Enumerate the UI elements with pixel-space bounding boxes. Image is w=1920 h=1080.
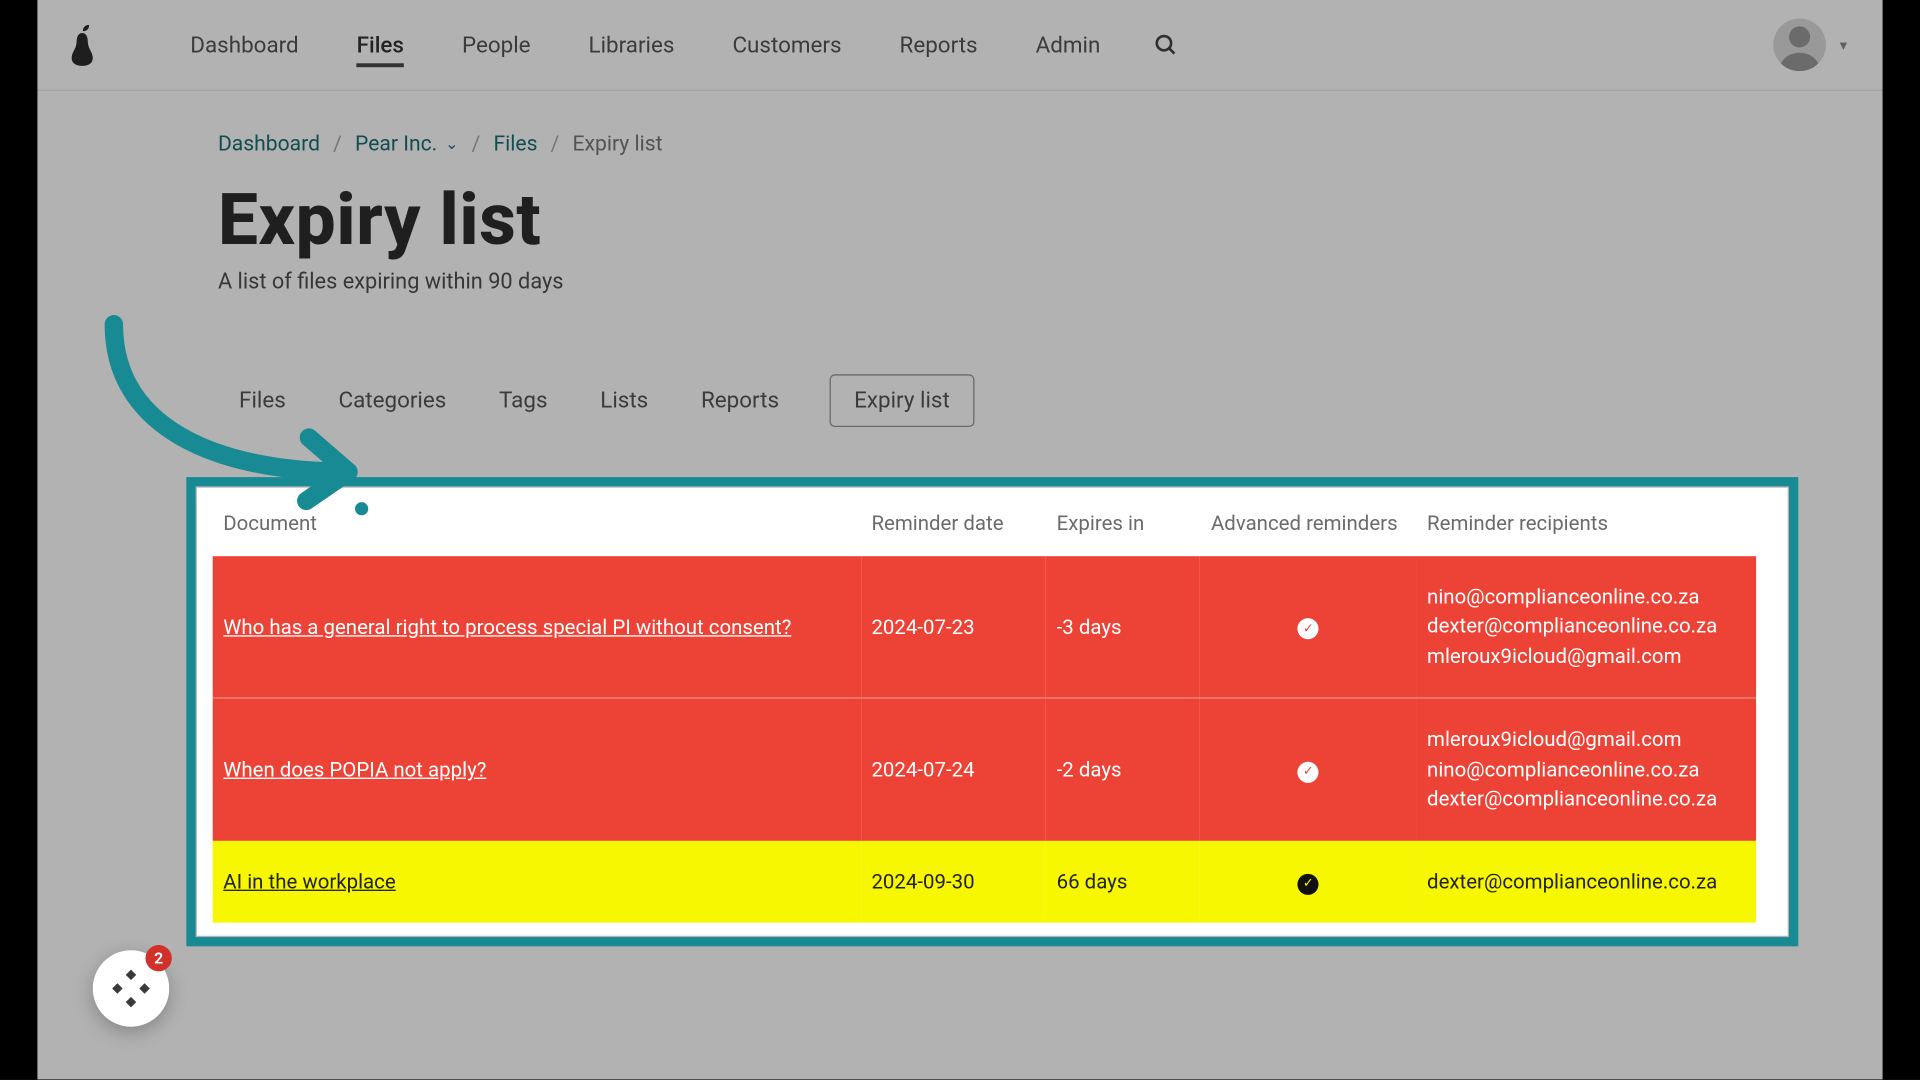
avatar-icon bbox=[1774, 18, 1827, 71]
check-icon: ✓ bbox=[1298, 874, 1319, 895]
search-icon[interactable] bbox=[1153, 32, 1179, 58]
cell-expires-in: 66 days bbox=[1046, 841, 1200, 923]
cell-advanced: ✓ bbox=[1200, 698, 1416, 840]
breadcrumb-sep: / bbox=[333, 130, 342, 155]
table-row: AI in the workplace 2024-09-3066 days ✓ dex… bbox=[213, 841, 1756, 923]
breadcrumb-dashboard[interactable]: Dashboard bbox=[218, 130, 320, 155]
col-expires-in: Expires in bbox=[1046, 503, 1200, 556]
document-link[interactable]: Who has a general right to process speci… bbox=[223, 615, 791, 639]
table-header-row: DocumentReminder dateExpires inAdvanced … bbox=[213, 503, 1756, 556]
help-widget-button[interactable]: 2 bbox=[93, 950, 169, 1026]
expiry-table-highlight: DocumentReminder dateExpires inAdvanced … bbox=[197, 488, 1788, 936]
nav-reports[interactable]: Reports bbox=[900, 4, 978, 86]
cell-expires-in: -2 days bbox=[1046, 698, 1200, 840]
tab-reports[interactable]: Reports bbox=[698, 377, 781, 424]
document-link[interactable]: AI in the workplace bbox=[223, 870, 395, 894]
cell-recipients: mleroux9icloud@gmail.comnino@complianceo… bbox=[1417, 698, 1757, 840]
col-reminder-date: Reminder date bbox=[861, 503, 1046, 556]
cell-reminder-date: 2024-07-23 bbox=[861, 556, 1046, 698]
cell-expires-in: -3 days bbox=[1046, 556, 1200, 698]
cell-advanced: ✓ bbox=[1200, 841, 1416, 923]
cell-reminder-date: 2024-07-24 bbox=[861, 698, 1046, 840]
cell-recipients: dexter@complianceonline.co.za bbox=[1417, 841, 1757, 923]
breadcrumb: Dashboard / Pear Inc. ⌄ / Files / Expiry… bbox=[218, 130, 1840, 155]
nav-libraries[interactable]: Libraries bbox=[589, 4, 675, 86]
breadcrumb-files[interactable]: Files bbox=[493, 130, 537, 155]
col-reminder-recipients: Reminder recipients bbox=[1417, 503, 1757, 556]
cell-reminder-date: 2024-09-30 bbox=[861, 841, 1046, 923]
nav-admin[interactable]: Admin bbox=[1036, 4, 1101, 86]
page-content: Dashboard / Pear Inc. ⌄ / Files / Expiry… bbox=[0, 91, 1919, 989]
viewport-left-mask bbox=[0, 0, 37, 1079]
chevron-down-icon: ▾ bbox=[1840, 36, 1847, 53]
page-title: Expiry list bbox=[218, 179, 1840, 262]
app-window: Dashboard Files People Libraries Customers Re… bbox=[0, 0, 1919, 1079]
document-link[interactable]: When does POPIA not apply? bbox=[223, 758, 486, 782]
tab-lists[interactable]: Lists bbox=[598, 377, 651, 424]
cell-document: AI in the workplace bbox=[213, 841, 861, 923]
chevron-down-icon: ⌄ bbox=[445, 134, 458, 152]
user-menu[interactable]: ▾ bbox=[1774, 18, 1847, 71]
nav-customers[interactable]: Customers bbox=[732, 4, 841, 86]
col-advanced-reminders: Advanced reminders bbox=[1200, 503, 1416, 556]
page-subtitle: A list of files expiring within 90 days bbox=[218, 270, 1840, 295]
pear-logo-icon[interactable] bbox=[66, 22, 98, 67]
top-nav: Dashboard Files People Libraries Customers Re… bbox=[0, 0, 1919, 91]
nav-people[interactable]: People bbox=[462, 4, 531, 86]
table-body: Who has a general right to process speci… bbox=[213, 556, 1756, 923]
tab-tags[interactable]: Tags bbox=[496, 377, 550, 424]
nav-dashboard[interactable]: Dashboard bbox=[190, 4, 298, 86]
cell-recipients: nino@complianceonline.co.zadexter@compli… bbox=[1417, 556, 1757, 698]
tab-expiry-list[interactable]: Expiry list bbox=[829, 374, 975, 427]
breadcrumb-org-label: Pear Inc. bbox=[355, 130, 437, 155]
sub-tabs: Files Categories Tags Lists Reports Expiry li… bbox=[236, 374, 1840, 427]
viewport-right-mask bbox=[1883, 0, 1920, 1079]
expiry-table: DocumentReminder dateExpires inAdvanced … bbox=[213, 503, 1756, 922]
breadcrumb-sep: / bbox=[551, 130, 560, 155]
breadcrumb-sep: / bbox=[472, 130, 481, 155]
primary-nav: Dashboard Files People Libraries Customers Re… bbox=[190, 0, 1100, 90]
breadcrumb-current: Expiry list bbox=[573, 130, 663, 155]
tab-files[interactable]: Files bbox=[236, 377, 288, 424]
tab-categories[interactable]: Categories bbox=[336, 377, 449, 424]
table-row: Who has a general right to process speci… bbox=[213, 556, 1756, 698]
table-row: When does POPIA not apply? 2024-07-24-2 d… bbox=[213, 698, 1756, 840]
breadcrumb-org[interactable]: Pear Inc. ⌄ bbox=[355, 130, 458, 155]
col-document: Document bbox=[213, 503, 861, 556]
check-icon: ✓ bbox=[1298, 762, 1319, 783]
cell-document: Who has a general right to process speci… bbox=[213, 556, 861, 698]
check-icon: ✓ bbox=[1298, 619, 1319, 640]
notification-badge: 2 bbox=[145, 945, 171, 971]
nav-files[interactable]: Files bbox=[357, 4, 404, 86]
cell-document: When does POPIA not apply? bbox=[213, 698, 861, 840]
cell-advanced: ✓ bbox=[1200, 556, 1416, 698]
expiry-table-panel: DocumentReminder dateExpires inAdvanced … bbox=[197, 488, 1788, 936]
